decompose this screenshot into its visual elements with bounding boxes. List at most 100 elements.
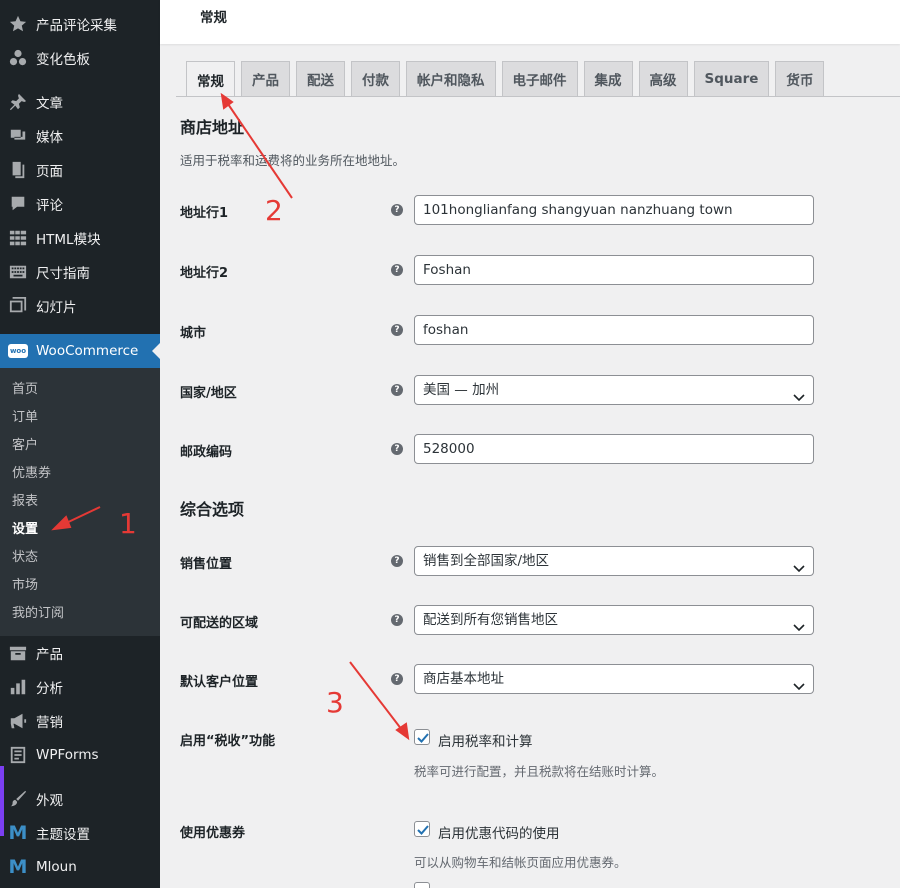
submenu-item-orders[interactable]: 订单 <box>0 404 160 432</box>
page-header: 常规 <box>160 0 900 44</box>
submenu-item-status[interactable]: 状态 <box>0 544 160 572</box>
woocommerce-icon: woo <box>8 341 28 361</box>
menu-item-posts[interactable]: 文章 <box>0 85 160 119</box>
tab-accounts-privacy[interactable]: 帐户和隐私 <box>406 61 496 96</box>
tab-integration[interactable]: 集成 <box>583 61 633 96</box>
menu-item-swatches[interactable]: 变化色板 <box>0 41 160 75</box>
chevron-down-icon <box>793 674 805 691</box>
enable-coupons-description: 可以从购物车和结帐页面应用优惠券。 <box>414 855 627 870</box>
country-select[interactable]: 美国 — 加州 <box>414 375 814 405</box>
menu-item-appearance[interactable]: 外观 <box>0 782 160 816</box>
section-title-store-address: 商店地址 <box>180 118 245 137</box>
menu-item-woocommerce[interactable]: woo WooCommerce <box>0 334 160 368</box>
menu-item-review-collector[interactable]: 产品评论采集 <box>0 7 160 41</box>
menu-item-mloun[interactable]: M Mloun <box>0 850 160 884</box>
menu-item-products[interactable]: 产品 <box>0 636 160 670</box>
menu-item-size-guide[interactable]: 尺寸指南 <box>0 255 160 289</box>
bar-chart-icon <box>8 677 28 697</box>
help-icon[interactable]: ? <box>391 324 403 336</box>
ship-to-select[interactable]: 配送到所有您销售地区 <box>414 605 814 635</box>
enable-taxes-label: 启用税率和计算 <box>438 734 533 750</box>
m-logo-icon: M <box>8 856 28 878</box>
help-icon[interactable]: ? <box>391 384 403 396</box>
select-value: 销售到全部国家/地区 <box>423 553 550 569</box>
help-icon[interactable]: ? <box>391 614 403 626</box>
tab-general[interactable]: 常规 <box>186 61 235 97</box>
menu-label: 幻灯片 <box>36 300 77 316</box>
submenu-item-customers[interactable]: 客户 <box>0 432 160 460</box>
grid-icon <box>8 228 28 248</box>
tab-shipping[interactable]: 配送 <box>296 61 345 96</box>
annotation-number-2: 2 <box>265 194 283 227</box>
slides-icon <box>8 296 28 316</box>
keyboard-icon <box>8 262 28 282</box>
address-line-2-input[interactable]: Foshan <box>414 255 814 285</box>
tab-emails[interactable]: 电子邮件 <box>501 61 578 96</box>
next-checkbox[interactable] <box>414 882 430 888</box>
menu-item-slides[interactable]: 幻灯片 <box>0 289 160 323</box>
submenu-item-home[interactable]: 首页 <box>0 376 160 404</box>
menu-item-theme-settings[interactable]: M 主题设置 <box>0 816 160 850</box>
menu-label: 产品 <box>36 647 63 663</box>
menu-label: 评论 <box>36 198 63 214</box>
field-label-coupons: 使用优惠券 <box>180 826 246 841</box>
megaphone-icon <box>8 711 28 731</box>
menu-item-media[interactable]: 媒体 <box>0 119 160 153</box>
tab-currency[interactable]: 货币 <box>775 61 825 96</box>
arrow-3-icon <box>349 661 403 731</box>
submenu-item-marketplace[interactable]: 市场 <box>0 572 160 600</box>
menu-item-wpforms[interactable]: WPForms <box>0 738 160 772</box>
menu-label: 分析 <box>36 681 63 697</box>
field-label-address-1: 地址行1 <box>180 206 229 221</box>
tab-divider <box>176 96 900 97</box>
page-icon <box>8 160 28 180</box>
checkmark-icon <box>417 825 429 835</box>
menu-item-html-blocks[interactable]: HTML模块 <box>0 221 160 255</box>
menu-label: 页面 <box>36 164 63 180</box>
tab-advanced[interactable]: 高级 <box>638 61 688 96</box>
menu-item-analytics[interactable]: 分析 <box>0 670 160 704</box>
field-label-country: 国家/地区 <box>180 386 237 401</box>
enable-coupons-label: 启用优惠代码的使用 <box>438 826 560 842</box>
menu-label: 营销 <box>36 715 63 731</box>
enable-coupons-checkbox[interactable] <box>414 821 430 837</box>
field-label-enable-taxes: 启用“税收”功能 <box>180 734 276 749</box>
help-icon[interactable]: ? <box>391 673 403 685</box>
checkmark-icon <box>417 733 429 743</box>
submenu-item-my-subscriptions[interactable]: 我的订阅 <box>0 600 160 628</box>
field-label-city: 城市 <box>180 326 207 341</box>
menu-label: 文章 <box>36 96 63 112</box>
accent-bar <box>0 766 4 836</box>
submenu-item-coupons[interactable]: 优惠券 <box>0 460 160 488</box>
page-title: 常规 <box>200 10 227 26</box>
help-icon[interactable]: ? <box>391 555 403 567</box>
tab-payments[interactable]: 付款 <box>351 61 400 96</box>
enable-taxes-checkbox[interactable] <box>414 729 430 745</box>
tab-products[interactable]: 产品 <box>241 61 290 96</box>
help-icon[interactable]: ? <box>391 264 403 276</box>
postcode-input[interactable]: 528000 <box>414 434 814 464</box>
menu-item-comments[interactable]: 评论 <box>0 187 160 221</box>
help-icon[interactable]: ? <box>391 204 403 216</box>
field-label-ship-to: 可配送的区域 <box>180 616 259 631</box>
menu-item-pages[interactable]: 页面 <box>0 153 160 187</box>
comment-icon <box>8 194 28 214</box>
menu-label: 外观 <box>36 793 63 809</box>
menu-item-marketing[interactable]: 营销 <box>0 704 160 738</box>
select-value: 商店基本地址 <box>423 671 504 687</box>
address-line-1-input[interactable]: 101honglianfang shangyuan nanzhuang town <box>414 195 814 225</box>
select-value: 美国 — 加州 <box>423 382 500 398</box>
chevron-down-icon <box>793 615 805 632</box>
tab-square[interactable]: Square <box>693 61 770 96</box>
help-icon[interactable]: ? <box>391 443 403 455</box>
default-customer-location-select[interactable]: 商店基本地址 <box>414 664 814 694</box>
menu-label: 媒体 <box>36 130 63 146</box>
brush-icon <box>8 789 28 809</box>
menu-label: Mloun <box>36 859 77 875</box>
city-input[interactable]: foshan <box>414 315 814 345</box>
menu-label: 变化色板 <box>36 52 90 68</box>
swatches-icon <box>8 48 28 68</box>
menu-label: 产品评论采集 <box>36 18 117 34</box>
selling-location-select[interactable]: 销售到全部国家/地区 <box>414 546 814 576</box>
chevron-down-icon <box>793 556 805 573</box>
